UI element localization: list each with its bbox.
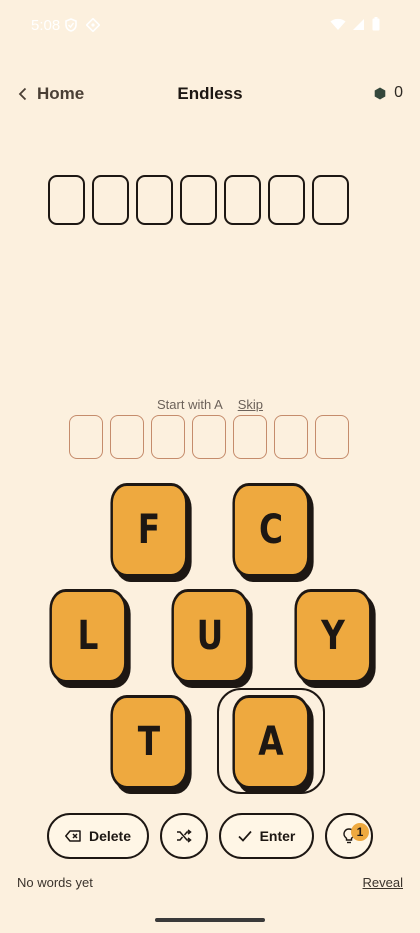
check-icon <box>237 830 252 842</box>
shuffle-icon <box>177 829 192 843</box>
score-value: 0 <box>394 84 403 101</box>
answer-slot <box>224 175 261 225</box>
input-slots <box>69 415 349 459</box>
letter-tile-u[interactable]: U <box>171 589 249 683</box>
page-title: Endless <box>177 84 243 103</box>
letter-tile-c[interactable]: C <box>232 483 310 577</box>
letter-tile-a[interactable]: A <box>232 695 310 789</box>
answer-slot <box>268 175 305 225</box>
battery-icon <box>372 17 380 31</box>
input-slot <box>69 415 103 459</box>
delete-button[interactable]: Delete <box>47 813 149 859</box>
backspace-icon <box>65 830 81 842</box>
hint-text: Start with A <box>157 397 223 412</box>
letter-tile-l[interactable]: L <box>49 589 127 683</box>
input-slot <box>151 415 185 459</box>
input-slot <box>274 415 308 459</box>
answer-slot <box>136 175 173 225</box>
signal-icon <box>353 18 364 30</box>
answer-slot <box>92 175 129 225</box>
letter-tile-y[interactable]: Y <box>294 589 372 683</box>
shuffle-button[interactable] <box>160 813 208 859</box>
status-right-icons <box>330 17 380 31</box>
reveal-link[interactable]: Reveal <box>363 875 403 890</box>
answer-slot <box>312 175 349 225</box>
answer-slot <box>48 175 85 225</box>
shield-status-icon <box>65 18 77 32</box>
gesture-nav-handle[interactable] <box>155 918 265 922</box>
status-time: 5:08 <box>31 17 61 34</box>
enter-label: Enter <box>259 828 296 844</box>
enter-button[interactable]: Enter <box>219 813 314 859</box>
delete-label: Delete <box>88 828 132 844</box>
input-slot <box>315 415 349 459</box>
hint-row: Start with A Skip <box>0 397 420 412</box>
letter-tile-t[interactable]: T <box>110 695 188 789</box>
hexagon-icon <box>374 87 386 99</box>
answer-slots <box>48 175 349 225</box>
words-status: No words yet <box>17 875 93 890</box>
hint-count-badge: 1 <box>351 823 369 841</box>
answer-slot <box>180 175 217 225</box>
hint-button[interactable]: 1 <box>325 813 373 859</box>
vpn-status-icon <box>86 18 100 32</box>
score-display: 0 <box>374 84 403 102</box>
input-slot <box>192 415 226 459</box>
input-slot <box>233 415 267 459</box>
wifi-icon <box>330 18 346 30</box>
skip-link[interactable]: Skip <box>238 397 263 412</box>
input-slot <box>110 415 144 459</box>
letter-tile-f[interactable]: F <box>110 483 188 577</box>
